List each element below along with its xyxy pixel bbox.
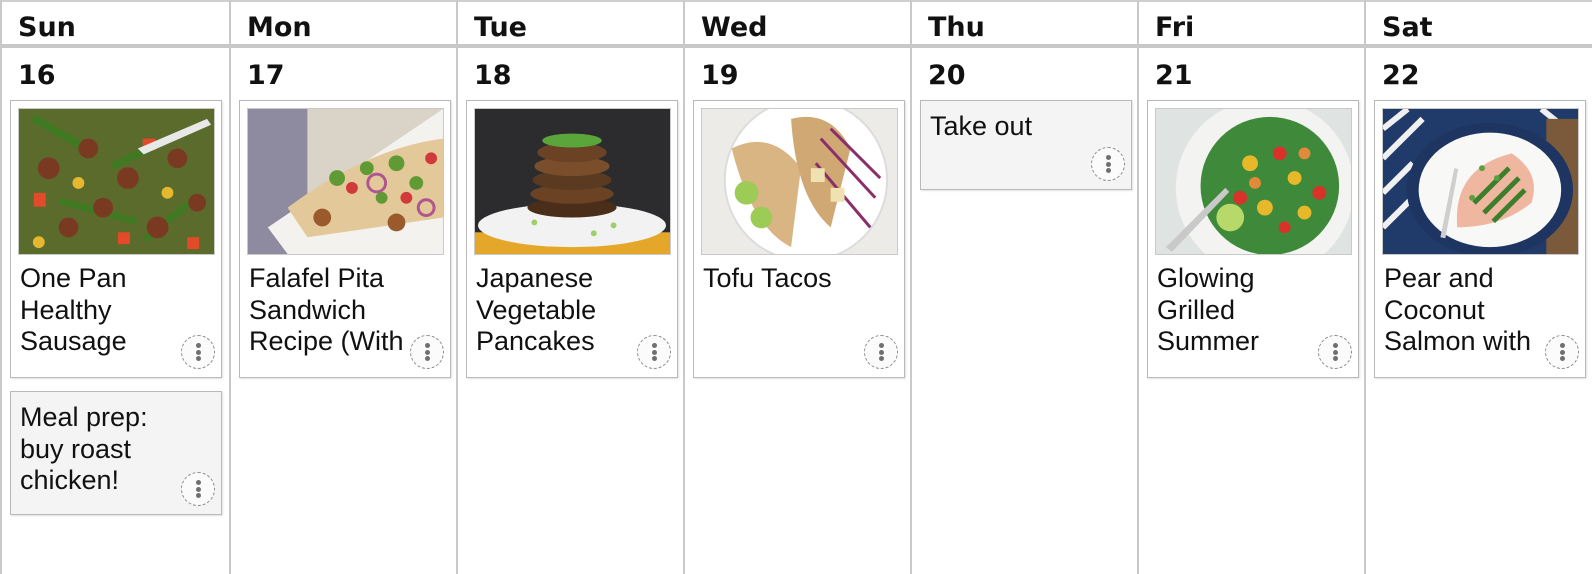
- recipe-card[interactable]: Tofu Tacos: [693, 100, 905, 378]
- day-header: Sun: [2, 0, 229, 48]
- recipe-card[interactable]: One Pan Healthy Sausage and: [10, 100, 222, 378]
- day-column-fri: Fri 21 Glowing Grilled Summer: [1137, 0, 1364, 574]
- day-number: 18: [474, 60, 512, 91]
- day-name: Wed: [701, 12, 768, 43]
- recipe-image: [474, 108, 671, 255]
- day-header: Tue: [458, 0, 683, 48]
- recipe-image: [1155, 108, 1352, 255]
- recipe-title: Falafel Pita Sandwich Recipe (With: [249, 263, 404, 356]
- recipe-title: Tofu Tacos: [703, 263, 832, 293]
- more-vertical-icon[interactable]: [1091, 147, 1125, 181]
- day-name: Fri: [1155, 12, 1195, 43]
- day-name: Sat: [1382, 12, 1433, 43]
- day-column-mon: Mon 17 Falafel Pita Sandwich Recipe (Wit…: [229, 0, 456, 574]
- day-number: 21: [1155, 60, 1193, 91]
- more-vertical-icon[interactable]: [181, 335, 215, 369]
- day-name: Thu: [928, 12, 985, 43]
- day-header: Wed: [685, 0, 910, 48]
- recipe-title: Japanese Vegetable Pancakes: [476, 263, 597, 356]
- recipe-card[interactable]: Pear and Coconut Salmon with: [1374, 100, 1586, 378]
- day-name: Mon: [247, 12, 312, 43]
- day-number: 17: [247, 60, 285, 91]
- more-vertical-icon[interactable]: [410, 335, 444, 369]
- more-vertical-icon[interactable]: [1318, 335, 1352, 369]
- day-header: Fri: [1139, 0, 1364, 48]
- recipe-image: [18, 108, 215, 255]
- day-number: 19: [701, 60, 739, 91]
- recipe-image: [1382, 108, 1579, 255]
- day-name: Sun: [18, 12, 76, 43]
- recipe-card[interactable]: Japanese Vegetable Pancakes: [466, 100, 678, 378]
- day-header: Thu: [912, 0, 1137, 48]
- week-calendar: Sun 16 One Pan Healthy Sausage and Meal …: [0, 0, 1592, 574]
- day-name: Tue: [474, 12, 527, 43]
- recipe-card[interactable]: Falafel Pita Sandwich Recipe (With: [239, 100, 451, 378]
- day-column-sun: Sun 16 One Pan Healthy Sausage and Meal …: [0, 0, 229, 574]
- note-text: Meal prep: buy roast chicken!: [20, 402, 148, 495]
- recipe-title: Glowing Grilled Summer: [1157, 263, 1260, 356]
- note-card[interactable]: Take out: [920, 100, 1132, 190]
- day-column-sat: Sat 22 Pear and Coconut Salmon with: [1364, 0, 1592, 574]
- day-header: Mon: [231, 0, 456, 48]
- day-number: 20: [928, 60, 966, 91]
- recipe-title: One Pan Healthy Sausage and: [20, 263, 127, 359]
- more-vertical-icon[interactable]: [864, 335, 898, 369]
- day-column-tue: Tue 18 Japanese Vegetable Pancakes: [456, 0, 683, 574]
- day-column-wed: Wed 19 Tofu Tacos: [683, 0, 910, 574]
- more-vertical-icon[interactable]: [181, 472, 215, 506]
- recipe-image: [247, 108, 444, 255]
- day-number: 22: [1382, 60, 1420, 91]
- day-header: Sat: [1366, 0, 1592, 48]
- note-text: Take out: [930, 111, 1033, 141]
- day-number: 16: [18, 60, 56, 91]
- note-card[interactable]: Meal prep: buy roast chicken!: [10, 391, 222, 515]
- day-column-thu: Thu 20 Take out: [910, 0, 1137, 574]
- recipe-card[interactable]: Glowing Grilled Summer: [1147, 100, 1359, 378]
- recipe-image: [701, 108, 898, 255]
- more-vertical-icon[interactable]: [637, 335, 671, 369]
- more-vertical-icon[interactable]: [1545, 335, 1579, 369]
- recipe-title: Pear and Coconut Salmon with: [1384, 263, 1532, 356]
